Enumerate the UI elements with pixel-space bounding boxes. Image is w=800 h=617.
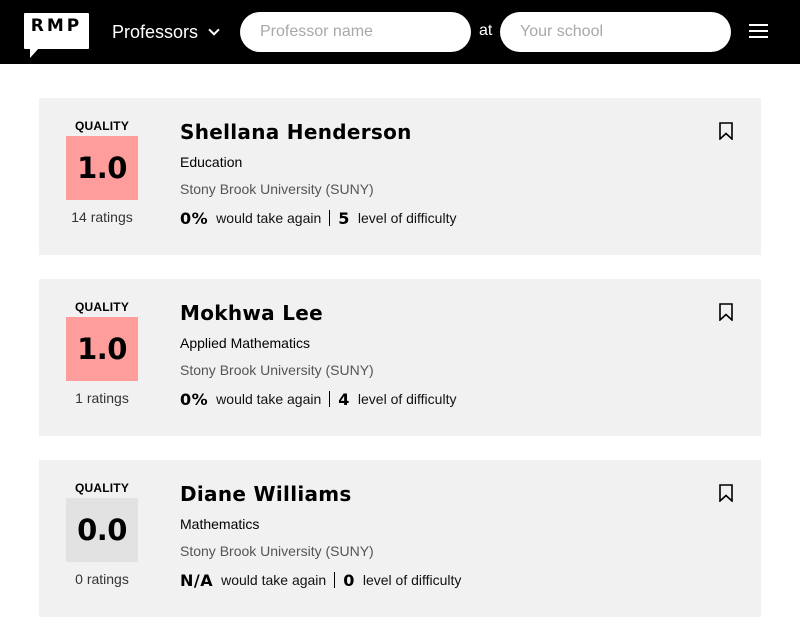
difficulty-value: 0	[343, 570, 355, 590]
school-name: Stony Brook University (SUNY)	[180, 362, 374, 378]
difficulty-label: level of difficulty	[357, 391, 457, 407]
quality-label: QUALITY	[74, 481, 130, 495]
search-type-dropdown[interactable]: Professors	[112, 20, 220, 44]
hamburger-menu-icon[interactable]	[749, 24, 768, 39]
ratings-count: 0 ratings	[75, 571, 129, 587]
take-again-value: 0%	[180, 208, 209, 228]
difficulty-value: 5	[338, 208, 350, 228]
take-again-label: would take again	[221, 572, 327, 588]
department: Education	[180, 154, 243, 170]
difficulty-label: level of difficulty	[362, 572, 462, 588]
department: Mathematics	[180, 516, 260, 532]
professor-name-input[interactable]	[240, 12, 471, 52]
ratings-count: 14 ratings	[71, 209, 133, 225]
top-nav-bar: RMP Professors at	[0, 0, 800, 64]
feedback-stats: 0% would take again 4 level of difficult…	[180, 389, 456, 409]
school-name: Stony Brook University (SUNY)	[180, 181, 374, 197]
stat-divider	[334, 572, 336, 588]
quality-score: 1.0	[66, 317, 138, 381]
professor-name[interactable]: Mokhwa Lee	[180, 301, 323, 325]
stat-divider	[329, 210, 331, 226]
feedback-stats: 0% would take again 5 level of difficult…	[180, 208, 456, 228]
professor-card[interactable]: QUALITY 0.0 0 ratings Diane Williams Mat…	[39, 460, 761, 617]
search-type-label: Professors	[112, 21, 199, 42]
rmp-logo[interactable]: RMP	[24, 13, 89, 58]
quality-label: QUALITY	[74, 119, 130, 133]
chevron-down-icon	[208, 24, 220, 36]
take-again-label: would take again	[216, 391, 322, 407]
department: Applied Mathematics	[180, 335, 310, 351]
professor-card[interactable]: QUALITY 1.0 14 ratings Shellana Henderso…	[39, 98, 761, 255]
take-again-value: N/A	[180, 570, 214, 590]
feedback-stats: N/A would take again 0 level of difficul…	[180, 570, 461, 590]
stat-divider	[329, 391, 331, 407]
quality-score: 1.0	[66, 136, 138, 200]
professor-name[interactable]: Shellana Henderson	[180, 120, 412, 144]
bookmark-icon[interactable]	[719, 303, 733, 321]
take-again-value: 0%	[180, 389, 209, 409]
difficulty-value: 4	[338, 389, 350, 409]
quality-label: QUALITY	[74, 300, 130, 314]
take-again-label: would take again	[216, 210, 322, 226]
logo-speech-tail	[30, 48, 39, 58]
school-name: Stony Brook University (SUNY)	[180, 543, 374, 559]
quality-score: 0.0	[66, 498, 138, 562]
bookmark-icon[interactable]	[719, 122, 733, 140]
at-label: at	[479, 22, 493, 39]
school-name-input[interactable]	[500, 12, 731, 52]
logo-text: RMP	[30, 16, 83, 36]
professor-card[interactable]: QUALITY 1.0 1 ratings Mokhwa Lee Applied…	[39, 279, 761, 436]
difficulty-label: level of difficulty	[357, 210, 457, 226]
professor-name[interactable]: Diane Williams	[180, 482, 352, 506]
bookmark-icon[interactable]	[719, 484, 733, 502]
ratings-count: 1 ratings	[75, 390, 129, 406]
